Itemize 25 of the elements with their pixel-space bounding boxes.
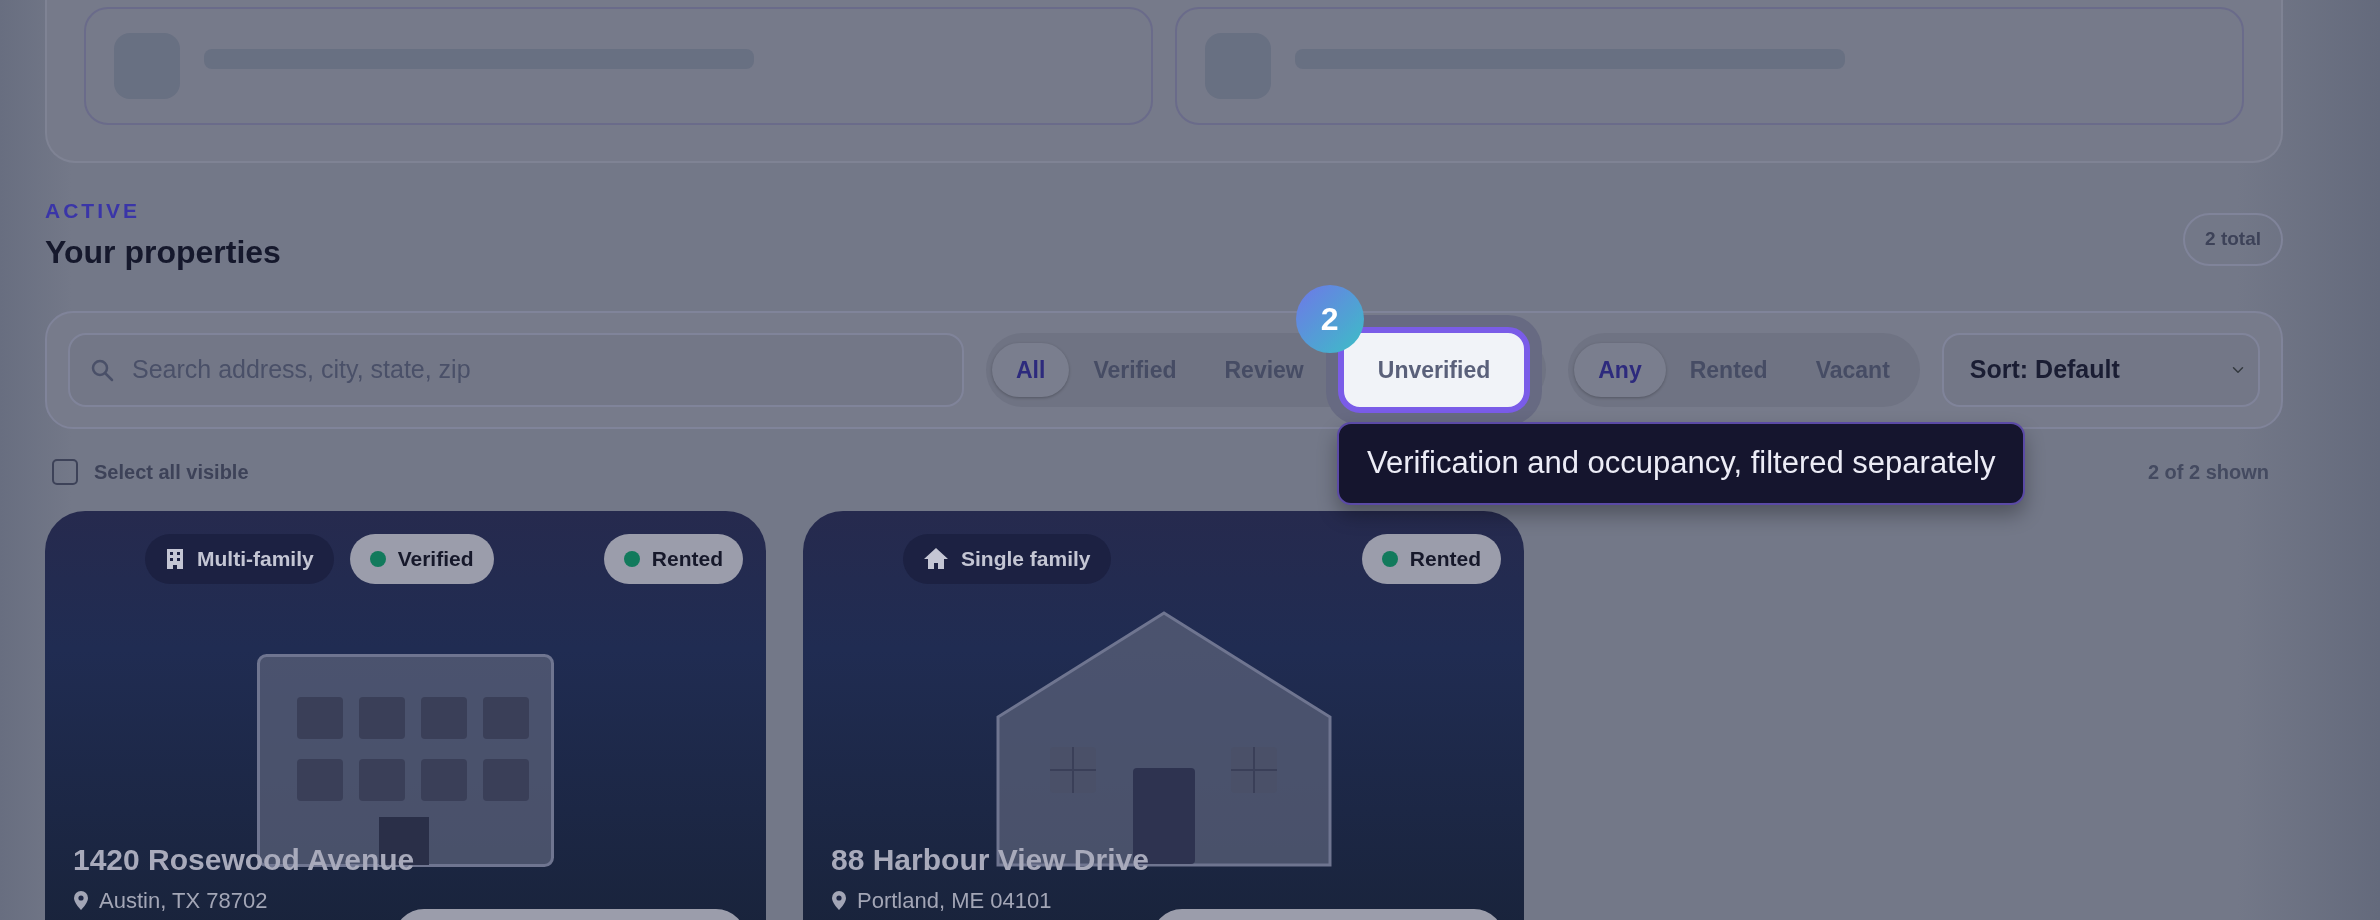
search-icon (90, 357, 114, 382)
property-location: Portland, ME 04101 (857, 886, 1052, 915)
occupancy-tag: Rented (1361, 533, 1501, 584)
property-location: Austin, TX 78702 (99, 886, 268, 915)
tour-tooltip: Verification and occupancy, filtered separately (1337, 422, 2026, 505)
property-type-tag: Single family (903, 533, 1111, 584)
filter-tab[interactable]: Any (1574, 342, 1666, 398)
property-card[interactable]: Single family Rented 88 Harbour View Drive Portland, ME 04101 (803, 510, 1524, 920)
location-pin-icon (73, 889, 89, 911)
verification-tag: Verified (349, 533, 494, 584)
location-pin-icon (831, 889, 847, 911)
building-icon (165, 547, 185, 570)
section-title: Your properties (45, 232, 281, 271)
filter-tab[interactable]: All (992, 342, 1070, 398)
house-icon (923, 547, 949, 571)
occupancy-tag: Rented (603, 533, 743, 584)
status-dot (369, 550, 386, 567)
step-badge: 2 (1295, 284, 1364, 353)
section-eyebrow: ACTIVE (45, 198, 141, 224)
sort-dropdown[interactable]: Sort: Default (1941, 332, 2260, 407)
select-all-checkbox[interactable] (52, 458, 78, 485)
status-dot (623, 550, 640, 567)
status-dot (1381, 550, 1398, 567)
property-address: 88 Harbour View Drive (831, 841, 1150, 878)
property-type-tag: Multi-family (145, 533, 334, 584)
